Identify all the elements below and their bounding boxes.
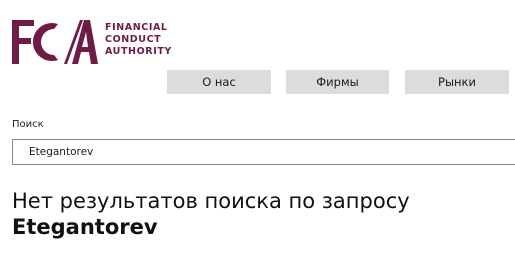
no-results-message: Нет результатов поиска по запросу Etegan… xyxy=(12,188,512,240)
fca-logo-text: FINANCIAL CONDUCT AUTHORITY xyxy=(105,22,172,58)
logo-line: FINANCIAL xyxy=(105,22,168,33)
search-query: Etegantorev xyxy=(12,215,158,239)
no-results-text: Нет результатов поиска по запросу xyxy=(12,189,410,213)
nav-item-about[interactable]: О нас xyxy=(167,70,271,94)
fca-logo[interactable]: FINANCIAL CONDUCT AUTHORITY xyxy=(12,20,182,64)
fca-logo-mark xyxy=(12,20,98,64)
search-input[interactable] xyxy=(12,139,515,165)
logo-line: AUTHORITY xyxy=(105,46,172,57)
main-nav: О нас Фирмы Рынки xyxy=(0,70,515,94)
nav-item-firms[interactable]: Фирмы xyxy=(286,70,389,94)
search-label: Поиск xyxy=(12,119,44,130)
nav-item-markets[interactable]: Рынки xyxy=(405,70,509,94)
logo-line: CONDUCT xyxy=(105,34,162,45)
page: FINANCIAL CONDUCT AUTHORITY О нас Фирмы … xyxy=(0,0,515,260)
